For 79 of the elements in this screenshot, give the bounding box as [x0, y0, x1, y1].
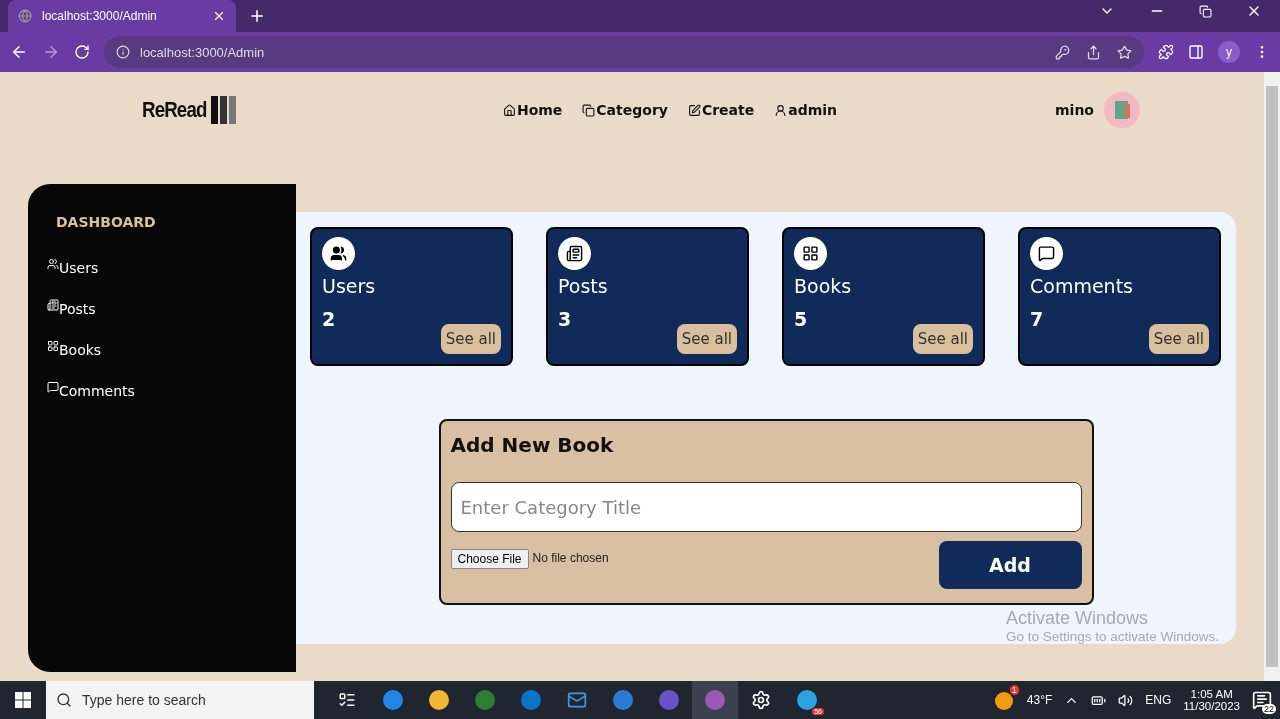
settings-icon[interactable]	[751, 690, 771, 710]
task-view-icon[interactable]	[338, 691, 356, 709]
app-icon[interactable]	[382, 689, 404, 711]
title-input[interactable]: Enter Category Title	[450, 482, 1082, 532]
windows-logo-icon[interactable]	[15, 692, 31, 708]
file-status: No file chosen	[532, 551, 609, 565]
sidebar-title: DASHBOARD	[56, 214, 157, 230]
url-text: localhost:3000/Admin	[140, 44, 265, 60]
home-icon	[502, 103, 516, 117]
weather-badge: 1	[1009, 685, 1019, 695]
nav-link[interactable]: admin	[774, 102, 838, 118]
nav-link[interactable]: Home	[502, 102, 563, 118]
choose-file-button[interactable]: Choose File	[450, 549, 529, 569]
language-indicator[interactable]: ENG	[1145, 693, 1172, 707]
edit-icon	[687, 103, 701, 117]
users-icon	[47, 258, 59, 270]
stat-count: 2	[322, 308, 337, 330]
see-all-button[interactable]: See all	[912, 324, 973, 354]
user-icon	[774, 103, 788, 117]
sidebar-item[interactable]: Books	[47, 342, 296, 383]
stat-title: Posts	[558, 275, 609, 297]
grid-icon	[47, 340, 59, 352]
volume-icon[interactable]	[1118, 692, 1134, 708]
stat-count: 7	[1030, 308, 1045, 330]
sidebar-item[interactable]: Comments	[47, 383, 296, 424]
activation-title: Activate Windows	[1006, 608, 1150, 629]
back-icon[interactable]	[10, 43, 28, 61]
address-bar[interactable]: localhost:3000/Admin	[104, 36, 1144, 68]
app-icon[interactable]	[612, 689, 634, 711]
stat-title: Users	[322, 275, 377, 297]
key-icon[interactable]	[1055, 44, 1070, 60]
scrollbar[interactable]	[1264, 72, 1280, 681]
newspaper-icon	[47, 299, 59, 311]
taskbar-search[interactable]: Type here to search	[46, 681, 314, 719]
see-all-button[interactable]: See all	[676, 324, 737, 354]
stat-count: 5	[794, 308, 809, 330]
forward-icon[interactable]	[42, 43, 60, 61]
info-icon[interactable]	[116, 45, 130, 59]
close-icon[interactable]	[212, 9, 226, 23]
share-icon[interactable]	[1086, 44, 1101, 60]
tab-title: localhost:3000/Admin	[42, 9, 158, 23]
stat-icon	[1030, 237, 1063, 270]
nav-link[interactable]: Category	[582, 102, 668, 118]
sidebar-item[interactable]: Users	[47, 260, 296, 301]
stat-count: 3	[558, 308, 573, 330]
search-icon	[56, 692, 72, 708]
form-title: Add New Book	[450, 433, 615, 457]
stat-icon	[322, 237, 355, 270]
notifications-icon[interactable]	[1252, 690, 1272, 710]
clock[interactable]: 1:05 AM 11/30/2023	[1183, 688, 1240, 712]
message-icon	[47, 381, 59, 393]
logo-bars-icon	[210, 96, 237, 124]
mail-icon[interactable]	[567, 690, 587, 710]
copy-icon	[582, 103, 596, 117]
user-name: mino	[1055, 102, 1094, 118]
temperature[interactable]: 43°F	[1026, 693, 1053, 707]
globe-icon	[18, 9, 32, 23]
browser-tab[interactable]: localhost:3000/Admin	[8, 0, 236, 32]
activation-text: Go to Settings to activate Windows.	[1006, 629, 1220, 644]
app-icon[interactable]	[796, 689, 818, 711]
new-tab-icon[interactable]	[248, 7, 266, 25]
add-button[interactable]: Add	[938, 541, 1082, 589]
reload-icon[interactable]	[74, 44, 90, 60]
app-icon[interactable]	[428, 689, 450, 711]
see-all-button[interactable]: See all	[1148, 324, 1209, 354]
see-all-button[interactable]: See all	[440, 324, 501, 354]
nav-link[interactable]: Create	[687, 102, 755, 118]
profile-avatar[interactable]: y	[1218, 41, 1240, 63]
stat-title: Books	[794, 275, 853, 297]
star-icon[interactable]	[1117, 44, 1132, 60]
sidebar-item[interactable]: Posts	[47, 301, 296, 342]
puzzle-icon[interactable]	[1158, 44, 1174, 60]
notification-count: 22	[1262, 704, 1276, 714]
stat-icon	[794, 237, 827, 270]
side-panel-icon[interactable]	[1188, 44, 1204, 60]
stat-title: Comments	[1030, 275, 1134, 297]
logo-text: ReRead	[142, 97, 207, 123]
stat-icon	[558, 237, 591, 270]
restore-icon[interactable]	[1199, 4, 1212, 18]
